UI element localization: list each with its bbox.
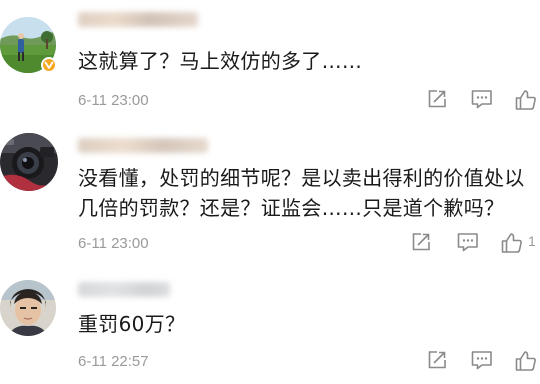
thumbs-up-icon[interactable] — [500, 231, 524, 255]
avatar[interactable] — [0, 133, 58, 191]
comment-icon[interactable] — [470, 88, 494, 112]
thumbs-up-icon[interactable] — [514, 88, 538, 112]
comment-time: 6-11 22:57 — [78, 353, 149, 370]
avatar[interactable] — [0, 280, 56, 336]
comment-actions — [422, 88, 540, 112]
comment-text: 重罚60万？ — [78, 312, 186, 336]
username-blurred[interactable] — [78, 12, 198, 27]
share-icon[interactable] — [410, 231, 432, 255]
comment-time: 6-11 23:00 — [78, 235, 149, 252]
share-icon[interactable] — [426, 88, 448, 112]
thumbs-up-icon[interactable] — [514, 349, 538, 373]
comment-item: 这就算了？马上效仿的多了…… 6-11 23:00 — [0, 0, 540, 120]
comment-icon[interactable] — [470, 349, 494, 373]
username-blurred[interactable] — [78, 138, 208, 153]
comment-item: 重罚60万？ 6-11 22:57 — [0, 270, 540, 384]
comment-text: 没看懂，处罚的细节呢？是以卖出得利的价值处以几倍的罚款？还是？证监会……只是道个… — [78, 166, 525, 220]
comment-time: 6-11 23:00 — [78, 92, 149, 109]
comment-icon[interactable] — [456, 231, 480, 255]
like-count: 1 — [528, 233, 536, 249]
username-blurred[interactable] — [78, 282, 170, 297]
comment-actions: 1 — [412, 231, 540, 255]
comment-item: 没看懂，处罚的细节呢？是以卖出得利的价值处以几倍的罚款？还是？证监会……只是道个… — [0, 120, 540, 270]
comment-feed: 这就算了？马上效仿的多了…… 6-11 23:00 没看懂，处罚的细节呢？是以卖… — [0, 0, 540, 384]
verified-badge-icon — [41, 57, 57, 73]
share-icon[interactable] — [426, 349, 448, 373]
comment-actions — [422, 349, 540, 373]
comment-text: 这就算了？马上效仿的多了…… — [78, 49, 363, 73]
